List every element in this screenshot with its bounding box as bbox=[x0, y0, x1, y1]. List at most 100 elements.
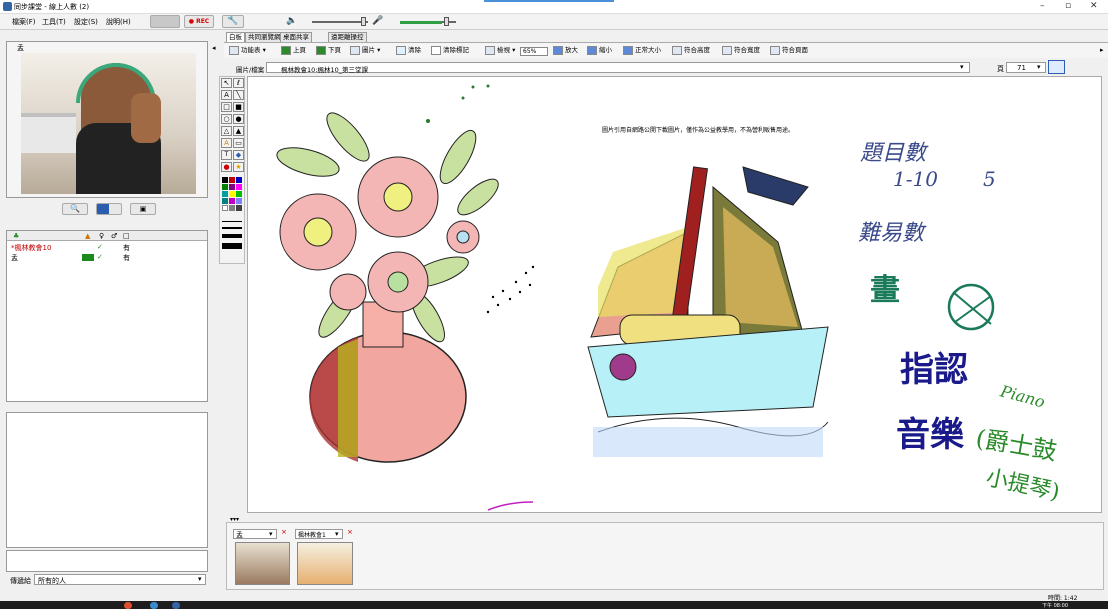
minimize-button[interactable]: – bbox=[1040, 1, 1045, 11]
image-button[interactable]: 圖片 ▾ bbox=[350, 45, 380, 55]
highlight-text-tool[interactable]: A bbox=[221, 138, 232, 148]
wrench-icon[interactable]: 🔧 bbox=[222, 15, 244, 28]
camera-settings-button[interactable]: 🔍 bbox=[62, 203, 88, 215]
collapse-left-arrow[interactable]: ◂ bbox=[212, 44, 216, 52]
file-select[interactable]: 楓林教會10:楓林10_第三堂課 ▾ bbox=[266, 62, 970, 74]
pen-tool[interactable]: ℓ bbox=[233, 78, 244, 88]
table-row[interactable]: *楓林教會10 ✓ 有 bbox=[9, 243, 205, 252]
tab-remote-control[interactable]: 遠距離操控 bbox=[328, 32, 367, 42]
chevron-down-icon[interactable]: ▾ bbox=[1037, 63, 1041, 71]
video-panel: 孟 bbox=[6, 41, 208, 198]
user2-select[interactable]: 楓林教會1 ▾ bbox=[295, 529, 343, 539]
clear-marks-button[interactable]: 清除標記 bbox=[431, 45, 469, 55]
line-width-bold[interactable] bbox=[222, 243, 242, 249]
chevron-down-icon[interactable]: ▾ bbox=[335, 530, 339, 538]
fit-width-button[interactable]: 符合寬度 bbox=[722, 45, 760, 55]
microphone-icon[interactable]: 🎤 bbox=[372, 16, 383, 26]
user1-select[interactable]: 孟 ▾ bbox=[233, 529, 277, 539]
snapshot-button[interactable]: ▣ bbox=[130, 203, 156, 215]
page-value: 71 bbox=[1017, 64, 1026, 72]
menu-help[interactable]: 說明(H) bbox=[106, 17, 131, 27]
sync-page-button[interactable] bbox=[1048, 60, 1065, 74]
menu-settings[interactable]: 設定(S) bbox=[74, 17, 98, 27]
function-menu-button[interactable]: 功能表 ▾ bbox=[229, 45, 266, 55]
pointer-tool[interactable]: ↖ bbox=[221, 78, 232, 88]
table-row[interactable]: 孟 ✓ 有 bbox=[9, 253, 205, 262]
view-button[interactable]: 檢視 ▾ bbox=[485, 45, 515, 55]
edge-icon[interactable] bbox=[150, 602, 158, 609]
share-video-button[interactable] bbox=[96, 203, 122, 215]
actual-size-button[interactable]: 正常大小 bbox=[623, 45, 661, 55]
speaker-volume-knob[interactable] bbox=[361, 17, 366, 26]
speaker-volume-slider[interactable] bbox=[312, 21, 368, 23]
thumbnail-strip: 孟 ▾ ⨯ 楓林教會1 ▾ ⨯ bbox=[226, 522, 1104, 590]
close-button[interactable]: ✕ bbox=[1090, 1, 1098, 11]
triangle-tool[interactable]: △ bbox=[221, 126, 232, 136]
fill-tool[interactable]: ◆ bbox=[233, 150, 244, 160]
color-swatch[interactable] bbox=[236, 191, 242, 197]
line-tool[interactable]: ╲ bbox=[233, 90, 244, 100]
next-page-button[interactable]: 下頁 bbox=[316, 45, 341, 55]
zoom-field[interactable]: 65% bbox=[520, 47, 548, 56]
line-width-thick[interactable] bbox=[222, 234, 242, 238]
color-swatch[interactable] bbox=[229, 184, 235, 190]
rect-tool[interactable]: □ bbox=[221, 102, 232, 112]
prev-page-button[interactable]: 上頁 bbox=[281, 45, 306, 55]
color-swatch[interactable] bbox=[229, 191, 235, 197]
maximize-button[interactable]: ▫ bbox=[1065, 1, 1071, 11]
line-width-thin[interactable] bbox=[222, 221, 242, 222]
color-swatch[interactable] bbox=[236, 177, 242, 183]
color-swatch[interactable] bbox=[236, 205, 242, 211]
color-swatch[interactable] bbox=[229, 205, 235, 211]
line-width-medium[interactable] bbox=[222, 227, 242, 229]
color-swatch[interactable] bbox=[222, 198, 228, 204]
close-icon[interactable]: ⨯ bbox=[281, 528, 287, 536]
color-swatch[interactable] bbox=[229, 177, 235, 183]
filled-rect-tool[interactable]: ■ bbox=[233, 102, 244, 112]
record-button[interactable]: ● REC bbox=[184, 15, 214, 28]
chat-input[interactable] bbox=[6, 550, 208, 572]
apple-icon[interactable]: ● bbox=[221, 162, 232, 172]
tab-desktop-share[interactable]: 桌面共享 bbox=[280, 32, 312, 42]
fit-page-button[interactable]: 符合頁面 bbox=[770, 45, 808, 55]
page-select[interactable]: 71 ▾ bbox=[1006, 62, 1046, 73]
chevron-down-icon[interactable]: ▾ bbox=[960, 63, 964, 71]
mic-volume-knob[interactable] bbox=[444, 17, 449, 26]
close-icon[interactable]: ⨯ bbox=[347, 528, 353, 536]
user-check: ✓ bbox=[97, 243, 103, 251]
menu-tools[interactable]: 工具(T) bbox=[42, 17, 66, 27]
raise-hand-button[interactable] bbox=[150, 15, 180, 28]
eraser-tool[interactable]: ▭ bbox=[233, 138, 244, 148]
star-icon[interactable]: ★ bbox=[233, 162, 244, 172]
user-status: 有 bbox=[123, 254, 130, 262]
drawing-tools: ↖ ℓ A ╲ □ ■ ○ ● △ ▲ A ▭ T ◆ ● ★ bbox=[219, 76, 245, 264]
ellipse-tool[interactable]: ○ bbox=[221, 114, 232, 124]
app-taskbar-icon[interactable] bbox=[172, 602, 180, 609]
browser-icon[interactable] bbox=[124, 602, 132, 609]
text-tool[interactable]: A bbox=[221, 90, 232, 100]
fit-height-button[interactable]: 符合高度 bbox=[672, 45, 710, 55]
color-swatch[interactable] bbox=[222, 205, 228, 211]
color-swatch[interactable] bbox=[236, 198, 242, 204]
user1-name: 孟 bbox=[236, 531, 243, 539]
send-to-select[interactable]: 所有的人 ▾ bbox=[34, 574, 206, 585]
filled-ellipse-tool[interactable]: ● bbox=[233, 114, 244, 124]
filled-triangle-tool[interactable]: ▲ bbox=[233, 126, 244, 136]
menu-file[interactable]: 檔案(F) bbox=[12, 17, 36, 27]
speaker-icon[interactable]: 🔈 bbox=[286, 16, 297, 26]
chevron-down-icon[interactable]: ▾ bbox=[198, 575, 202, 583]
color-swatch[interactable] bbox=[229, 198, 235, 204]
chevron-down-icon[interactable]: ▾ bbox=[269, 530, 273, 538]
color-swatch[interactable] bbox=[222, 184, 228, 190]
color-swatch[interactable] bbox=[236, 184, 242, 190]
color-swatch[interactable] bbox=[222, 191, 228, 197]
whiteboard-canvas[interactable]: 圖片引用自網路公開下載圖片，僅作為公益教學用，不為營利販售用途。 題目數 1-1… bbox=[247, 76, 1102, 513]
textbox-tool[interactable]: T bbox=[221, 150, 232, 160]
color-swatch[interactable] bbox=[222, 177, 228, 183]
clear-button[interactable]: 清除 bbox=[396, 45, 421, 55]
handwriting-question-count: 題目數 bbox=[860, 141, 927, 166]
zoom-in-button[interactable]: 放大 bbox=[553, 45, 578, 55]
expand-right-arrow[interactable]: ▸ bbox=[1100, 46, 1104, 54]
zoom-out-button[interactable]: 縮小 bbox=[587, 45, 612, 55]
tab-whiteboard[interactable]: 白板 bbox=[226, 32, 245, 42]
